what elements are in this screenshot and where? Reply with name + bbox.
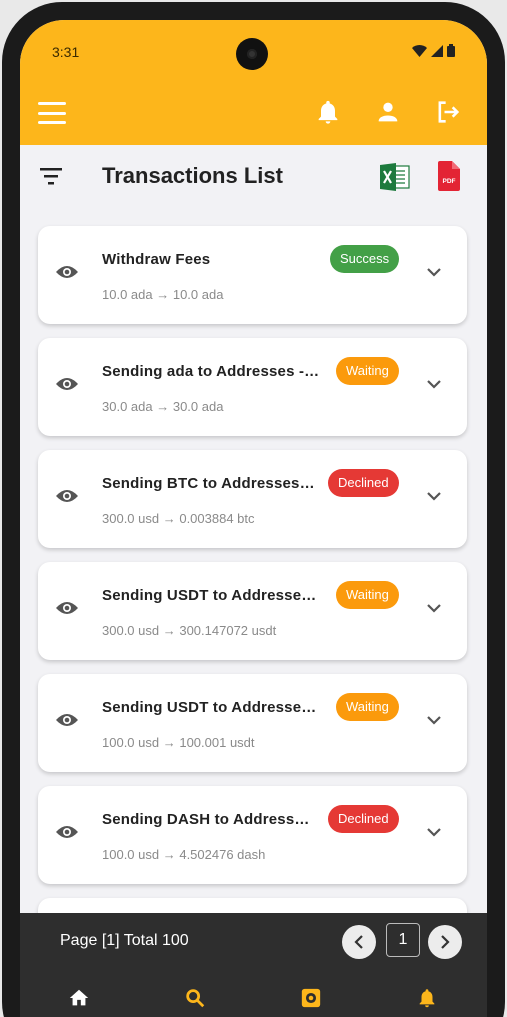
view-icon[interactable] (56, 712, 78, 728)
current-page[interactable]: 1 (386, 923, 420, 957)
chevron-down-icon[interactable] (426, 826, 442, 838)
chevron-down-icon[interactable] (426, 714, 442, 726)
notifications-icon[interactable] (314, 98, 342, 126)
transaction-amount: 300.0 usd → 0.003884 btc (102, 511, 255, 526)
prev-page-button[interactable] (342, 925, 376, 959)
chevron-left-icon (354, 935, 363, 949)
settings-icon[interactable] (300, 987, 322, 1009)
profile-icon[interactable] (374, 98, 402, 126)
battery-icon (447, 44, 455, 57)
status-badge: Waiting (336, 693, 399, 721)
phone-frame: 3:31 Transactions List PDF Withdraw Fees… (2, 2, 505, 1017)
view-icon[interactable] (56, 824, 78, 840)
screen: 3:31 Transactions List PDF Withdraw Fees… (20, 20, 487, 1017)
menu-button[interactable] (38, 102, 66, 124)
filter-icon[interactable] (40, 167, 62, 185)
chevron-down-icon[interactable] (426, 266, 442, 278)
transaction-amount: 100.0 usd → 4.502476 dash (102, 847, 266, 862)
transaction-card[interactable]: Sending BTC to Addresses… 300.0 usd → 0.… (38, 450, 467, 548)
notifications-icon[interactable] (416, 987, 438, 1009)
transaction-card[interactable]: Sending USDT to Addresse… 300.0 usd → 30… (38, 562, 467, 660)
excel-export-icon[interactable] (380, 163, 410, 191)
chevron-down-icon[interactable] (426, 490, 442, 502)
home-icon[interactable] (68, 987, 90, 1009)
view-icon[interactable] (56, 488, 78, 504)
status-badge: Success (330, 245, 400, 273)
transaction-title: Sending USDT to Addresse… (102, 587, 317, 604)
view-icon[interactable] (56, 264, 78, 280)
front-camera (236, 38, 268, 70)
transaction-card[interactable]: Sending DASH to Address… 100.0 usd → 4.5… (38, 786, 467, 884)
chevron-right-icon (441, 935, 450, 949)
transaction-amount: 300.0 usd → 300.147072 usdt (102, 623, 277, 638)
pdf-export-icon[interactable]: PDF (438, 161, 460, 191)
transaction-title: Sending DASH to Address… (102, 811, 310, 828)
search-icon[interactable] (184, 987, 206, 1009)
chevron-down-icon[interactable] (426, 602, 442, 614)
transaction-card[interactable]: Sending ada to Addresses -… 30.0 ada → 3… (38, 338, 467, 436)
transaction-card[interactable]: Sending USDT to Addresse… 100.0 usd → 10… (38, 674, 467, 772)
transaction-title: Sending USDT to Addresse… (102, 699, 317, 716)
view-icon[interactable] (56, 376, 78, 392)
status-icons (412, 44, 455, 57)
status-badge: Declined (328, 469, 399, 497)
logout-icon[interactable] (434, 98, 462, 126)
transaction-amount: 10.0 ada → 10.0 ada (102, 287, 224, 302)
transaction-title: Sending BTC to Addresses… (102, 475, 315, 492)
transaction-amount: 30.0 ada → 30.0 ada (102, 399, 224, 414)
transaction-amount: 100.0 usd → 100.001 usdt (102, 735, 255, 750)
transaction-card[interactable]: Withdraw Fees 10.0 ada → 10.0 ada Succes… (38, 226, 467, 324)
wifi-icon (412, 44, 427, 57)
status-time: 3:31 (52, 44, 80, 60)
next-page-button[interactable] (428, 925, 462, 959)
view-icon[interactable] (56, 600, 78, 616)
app-bar: 3:31 (20, 20, 487, 145)
svg-text:PDF: PDF (443, 178, 456, 185)
status-badge: Waiting (336, 581, 399, 609)
status-badge: Declined (328, 805, 399, 833)
chevron-down-icon[interactable] (426, 378, 442, 390)
page-header: Transactions List PDF (20, 145, 487, 215)
page-info: Page [1] Total 100 (60, 932, 189, 949)
status-badge: Waiting (336, 357, 399, 385)
transaction-title: Withdraw Fees (102, 251, 211, 268)
pagination-footer: Page [1] Total 100 1 (20, 913, 487, 1017)
signal-icon (431, 44, 443, 57)
page-title: Transactions List (102, 163, 283, 188)
transaction-title: Sending ada to Addresses -… (102, 363, 320, 380)
